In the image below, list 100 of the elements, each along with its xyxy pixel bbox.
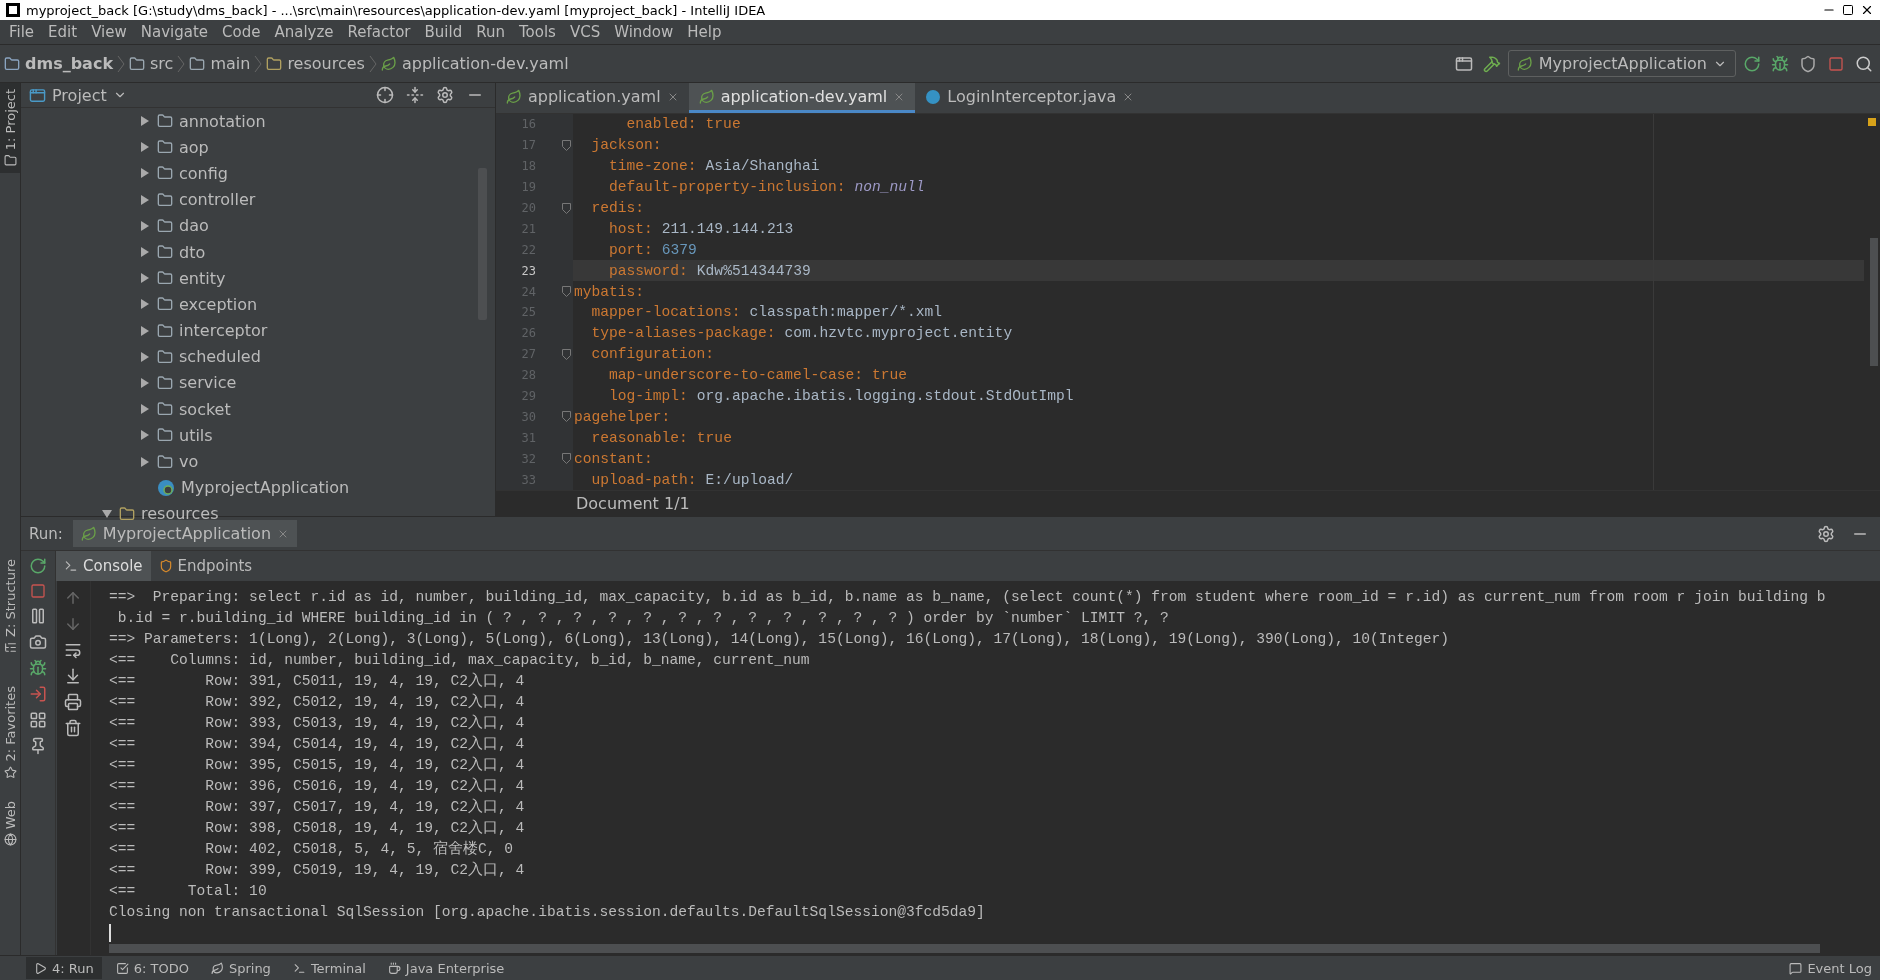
tree-item[interactable]: interceptor bbox=[179, 321, 268, 341]
collapsed-arrow-icon[interactable] bbox=[139, 455, 151, 468]
scrollbar[interactable] bbox=[1870, 238, 1878, 366]
collapsed-arrow-icon[interactable] bbox=[139, 246, 151, 259]
expanded-arrow-icon[interactable] bbox=[101, 507, 113, 520]
collapsed-arrow-icon[interactable] bbox=[139, 429, 151, 442]
settings-icon[interactable] bbox=[436, 86, 454, 104]
tree-item[interactable]: aop bbox=[179, 137, 209, 157]
folder-icon[interactable] bbox=[3, 154, 17, 168]
menu-item[interactable]: Run bbox=[469, 23, 512, 41]
menu-item[interactable]: Code bbox=[215, 23, 268, 41]
collapsed-arrow-icon[interactable] bbox=[139, 403, 151, 416]
menu-item[interactable]: Navigate bbox=[133, 23, 216, 41]
coverage-icon[interactable] bbox=[1799, 54, 1817, 73]
fold-icon[interactable] bbox=[562, 411, 571, 423]
menu-item[interactable]: Build bbox=[417, 23, 470, 41]
breadcrumb[interactable]: dms_back bbox=[4, 54, 114, 73]
breadcrumb[interactable]: resources bbox=[266, 54, 365, 73]
menu-item[interactable]: Analyze bbox=[267, 23, 341, 41]
collapsed-arrow-icon[interactable] bbox=[139, 350, 151, 363]
collapsed-arrow-icon[interactable] bbox=[139, 272, 151, 285]
rerun-icon[interactable] bbox=[1743, 54, 1761, 73]
run-config-dropdown[interactable]: MyprojectApplication bbox=[1507, 50, 1736, 77]
collapsed-arrow-icon[interactable] bbox=[139, 115, 151, 128]
collapsed-arrow-icon[interactable] bbox=[139, 219, 151, 232]
collapsed-arrow-icon[interactable] bbox=[139, 167, 151, 180]
tree-item[interactable]: socket bbox=[179, 399, 231, 419]
tool-window-tab[interactable]: 1: Project bbox=[0, 83, 20, 174]
tree-item[interactable]: annotation bbox=[179, 111, 266, 131]
tool-window-tab[interactable]: Z: Structure bbox=[0, 553, 20, 661]
structure-icon[interactable] bbox=[3, 641, 17, 655]
print-icon[interactable] bbox=[64, 693, 82, 711]
run-tab[interactable]: MyprojectApplication bbox=[72, 520, 298, 547]
scrollbar[interactable] bbox=[109, 944, 1820, 953]
collapsed-arrow-icon[interactable] bbox=[139, 141, 151, 154]
globe-icon[interactable] bbox=[3, 833, 17, 847]
star-icon[interactable] bbox=[3, 765, 17, 779]
camera-icon[interactable] bbox=[29, 633, 47, 651]
tool-window-tab[interactable]: 6: TODO bbox=[107, 957, 197, 979]
settings-icon[interactable] bbox=[1817, 524, 1835, 543]
tool-window-tab[interactable]: Web bbox=[0, 794, 20, 853]
collapsed-arrow-icon[interactable] bbox=[139, 376, 151, 389]
target-icon[interactable] bbox=[376, 86, 394, 104]
tree-item[interactable]: dao bbox=[179, 216, 209, 236]
fold-icon[interactable] bbox=[562, 286, 571, 298]
tree-item[interactable]: vo bbox=[179, 452, 199, 472]
close-icon[interactable] bbox=[1860, 3, 1874, 17]
pin-icon[interactable] bbox=[29, 737, 47, 755]
tool-window-tab[interactable]: Spring bbox=[202, 957, 279, 979]
menu-item[interactable]: Refactor bbox=[340, 23, 418, 41]
tree-item[interactable]: dto bbox=[179, 242, 206, 262]
rerun-icon[interactable] bbox=[29, 557, 47, 575]
collapsed-arrow-icon[interactable] bbox=[139, 298, 151, 311]
tree-item[interactable]: scheduled bbox=[179, 347, 261, 367]
window-icon[interactable] bbox=[1454, 54, 1473, 73]
project-view-dropdown[interactable]: Project bbox=[52, 85, 127, 105]
tool-window-tab[interactable]: 2: Favorites bbox=[0, 680, 20, 785]
menu-item[interactable]: Tools bbox=[511, 23, 563, 41]
tree-item[interactable]: service bbox=[179, 373, 237, 393]
menu-item[interactable]: Help bbox=[680, 23, 729, 41]
console-tab[interactable]: Console bbox=[56, 551, 151, 581]
menu-item[interactable]: File bbox=[2, 23, 42, 41]
menu-item[interactable]: VCS bbox=[562, 23, 608, 41]
menu-item[interactable]: Window bbox=[607, 23, 681, 41]
scroll-to-end-icon[interactable] bbox=[64, 667, 82, 685]
hammer-icon[interactable] bbox=[1482, 54, 1501, 73]
down-arrow-icon[interactable] bbox=[64, 615, 82, 633]
editor-tab[interactable]: LoginInterceptor.java bbox=[915, 83, 1145, 113]
collapse-icon[interactable] bbox=[406, 86, 424, 104]
tree-item[interactable]: MyprojectApplication bbox=[181, 478, 350, 498]
maximize-icon[interactable] bbox=[1842, 4, 1854, 16]
debug-icon[interactable] bbox=[29, 659, 47, 677]
fold-icon[interactable] bbox=[562, 139, 571, 151]
pause-icon[interactable] bbox=[29, 607, 47, 625]
exit-icon[interactable] bbox=[29, 685, 47, 703]
tool-window-tab[interactable]: Terminal bbox=[284, 957, 374, 979]
tree-item[interactable]: entity bbox=[179, 268, 226, 288]
warning-marker[interactable] bbox=[1868, 118, 1876, 126]
fold-icon[interactable] bbox=[562, 348, 571, 360]
tool-window-tab[interactable]: Java Enterprise bbox=[379, 957, 513, 979]
console-tab[interactable]: Endpoints bbox=[150, 551, 261, 581]
debug-icon[interactable] bbox=[1771, 54, 1789, 73]
breadcrumb[interactable]: application-dev.yaml bbox=[380, 54, 569, 73]
collapsed-arrow-icon[interactable] bbox=[139, 324, 151, 337]
breadcrumb[interactable]: src bbox=[129, 54, 174, 73]
fold-icon[interactable] bbox=[562, 202, 571, 214]
layout-icon[interactable] bbox=[29, 711, 47, 729]
breadcrumb[interactable]: main bbox=[189, 54, 251, 73]
fold-icon[interactable] bbox=[562, 453, 571, 465]
event-log-tab[interactable]: Event Log bbox=[1781, 957, 1880, 979]
menu-item[interactable]: Edit bbox=[41, 23, 85, 41]
search-icon[interactable] bbox=[1855, 54, 1873, 73]
tool-window-tab[interactable]: 4: Run bbox=[26, 957, 102, 979]
menu-item[interactable]: View bbox=[84, 23, 134, 41]
editor-tab[interactable]: application-dev.yaml bbox=[688, 83, 916, 113]
editor-tab[interactable]: application.yaml bbox=[496, 83, 689, 113]
tree-item[interactable]: exception bbox=[179, 294, 258, 314]
collapsed-arrow-icon[interactable] bbox=[139, 193, 151, 206]
wrap-icon[interactable] bbox=[64, 641, 82, 659]
tree-item[interactable]: controller bbox=[179, 190, 256, 210]
